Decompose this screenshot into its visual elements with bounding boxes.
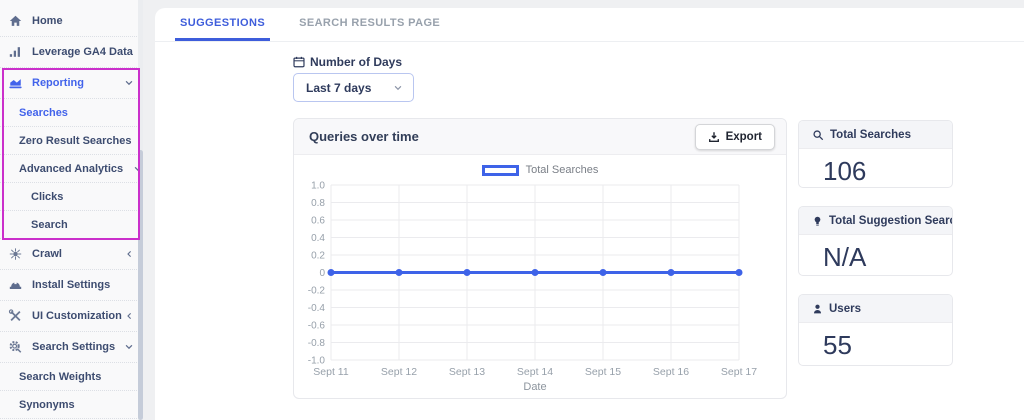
sidebar-item-search-settings[interactable]: Search Settings	[0, 332, 143, 363]
chevron-down-icon	[124, 342, 134, 352]
tab-suggestions[interactable]: SUGGESTIONS	[175, 8, 270, 41]
home-icon	[8, 14, 24, 29]
svg-text:0.6: 0.6	[311, 216, 325, 227]
svg-text:Sept 11: Sept 11	[313, 366, 349, 378]
main-panel: SUGGESTIONS SEARCH RESULTS PAGE Number o…	[155, 8, 1024, 420]
queries-over-time-chart: 1.00.80.60.40.20-0.2-0.4-0.6-0.8-1.0Sept…	[294, 179, 786, 391]
svg-text:1.0: 1.0	[311, 181, 325, 192]
chevron-down-icon	[124, 78, 134, 88]
svg-text:Sept 17: Sept 17	[721, 366, 757, 378]
days-range-selected-value: Last 7 days	[306, 81, 371, 95]
sidebar-item-ui-customization[interactable]: UI Customization	[0, 301, 143, 332]
total-suggestion-searches-card: Total Suggestion Searches N/A	[798, 206, 953, 276]
users-value: 55	[799, 323, 952, 361]
sidebar-item-label: UI Customization	[32, 310, 122, 322]
chart-legend[interactable]: Total Searches	[294, 164, 786, 176]
sidebar-item-label: Search Weights	[19, 371, 101, 383]
download-icon	[708, 131, 720, 143]
stat-card-header: Users	[799, 295, 952, 323]
stat-card-header: Total Searches	[799, 121, 952, 149]
sidebar-item-advanced-analytics[interactable]: Advanced Analytics	[0, 155, 143, 183]
sidebar-item-label: Zero Result Searches	[19, 135, 132, 147]
legend-label: Total Searches	[526, 164, 599, 176]
sidebar-item-label: Search	[31, 219, 68, 231]
chevron-left-icon	[125, 249, 134, 259]
total-searches-card: Total Searches 106	[798, 120, 953, 188]
sidebar-item-home[interactable]: Home	[0, 6, 143, 37]
svg-text:-0.4: -0.4	[308, 303, 326, 314]
sidebar: Home Leverage GA4 Data Reporting Searche…	[0, 0, 143, 420]
sidebar-item-label: Clicks	[31, 191, 63, 203]
svg-text:-0.8: -0.8	[308, 338, 326, 349]
total-searches-value: 106	[799, 149, 952, 187]
svg-text:-1.0: -1.0	[308, 356, 326, 367]
chart-card-header: Queries over time Export	[294, 119, 786, 155]
gear-search-icon	[8, 340, 24, 355]
sidebar-item-label: Reporting	[32, 77, 84, 89]
search-icon	[812, 129, 824, 141]
sidebar-item-reporting[interactable]: Reporting	[0, 68, 143, 99]
export-button[interactable]: Export	[695, 124, 775, 150]
hard-hat-icon	[8, 278, 24, 293]
bar-chart-icon	[8, 45, 24, 60]
svg-text:Sept 13: Sept 13	[449, 366, 485, 378]
chevron-down-icon	[393, 83, 403, 93]
user-icon	[812, 303, 823, 315]
sidebar-item-search-weights[interactable]: Search Weights	[0, 363, 143, 391]
svg-text:Date: Date	[523, 381, 546, 391]
svg-text:0.8: 0.8	[311, 198, 325, 209]
stat-card-header: Total Suggestion Searches	[799, 207, 952, 235]
lightbulb-icon	[812, 215, 823, 227]
sidebar-item-label: Synonyms	[19, 399, 75, 411]
sidebar-item-crawl[interactable]: Crawl	[0, 239, 143, 270]
sidebar-item-search[interactable]: Search	[0, 211, 143, 239]
sidebar-item-label: Search Settings	[32, 341, 115, 353]
sidebar-item-install-settings[interactable]: Install Settings	[0, 270, 143, 301]
svg-text:Sept 16: Sept 16	[653, 366, 689, 378]
sidebar-item-label: Install Settings	[32, 279, 110, 291]
total-suggestion-searches-value: N/A	[799, 235, 952, 273]
sidebar-scrollbar-track	[138, 0, 143, 420]
users-card: Users 55	[798, 294, 953, 366]
sidebar-item-leverage-ga4-data[interactable]: Leverage GA4 Data	[0, 37, 143, 68]
sidebar-item-label: Advanced Analytics	[19, 163, 123, 175]
tools-icon	[8, 309, 24, 324]
sidebar-item-clicks[interactable]: Clicks	[0, 183, 143, 211]
days-range-select[interactable]: Last 7 days	[293, 73, 414, 102]
reporting-chart-icon	[8, 76, 24, 91]
chevron-left-icon	[125, 311, 134, 321]
sidebar-item-synonyms[interactable]: Synonyms	[0, 391, 143, 419]
sidebar-item-zero-result-searches[interactable]: Zero Result Searches	[0, 127, 143, 155]
chart-title: Queries over time	[309, 129, 419, 144]
svg-text:Sept 14: Sept 14	[517, 366, 553, 378]
queries-over-time-card: Queries over time Export Total Searches …	[293, 118, 787, 399]
svg-text:Sept 15: Sept 15	[585, 366, 621, 378]
svg-text:0.2: 0.2	[311, 251, 325, 262]
tab-bar: SUGGESTIONS SEARCH RESULTS PAGE	[155, 8, 1024, 42]
svg-text:0: 0	[319, 268, 325, 279]
svg-text:-0.2: -0.2	[308, 286, 326, 297]
spider-icon	[8, 247, 24, 262]
sidebar-item-searches[interactable]: Searches	[0, 99, 143, 127]
svg-text:0.4: 0.4	[311, 233, 325, 244]
number-of-days-label: Number of Days	[293, 55, 402, 69]
legend-swatch	[482, 165, 519, 176]
tab-search-results-page[interactable]: SEARCH RESULTS PAGE	[294, 8, 445, 41]
svg-text:Sept 12: Sept 12	[381, 366, 417, 378]
sidebar-item-label: Crawl	[32, 248, 62, 260]
sidebar-item-label: Leverage GA4 Data	[32, 46, 133, 58]
sidebar-scrollbar-thumb[interactable]	[138, 150, 143, 420]
sidebar-item-label: Home	[32, 15, 63, 27]
calendar-icon	[293, 56, 305, 68]
sidebar-item-label: Searches	[19, 107, 68, 119]
svg-text:-0.6: -0.6	[308, 321, 326, 332]
